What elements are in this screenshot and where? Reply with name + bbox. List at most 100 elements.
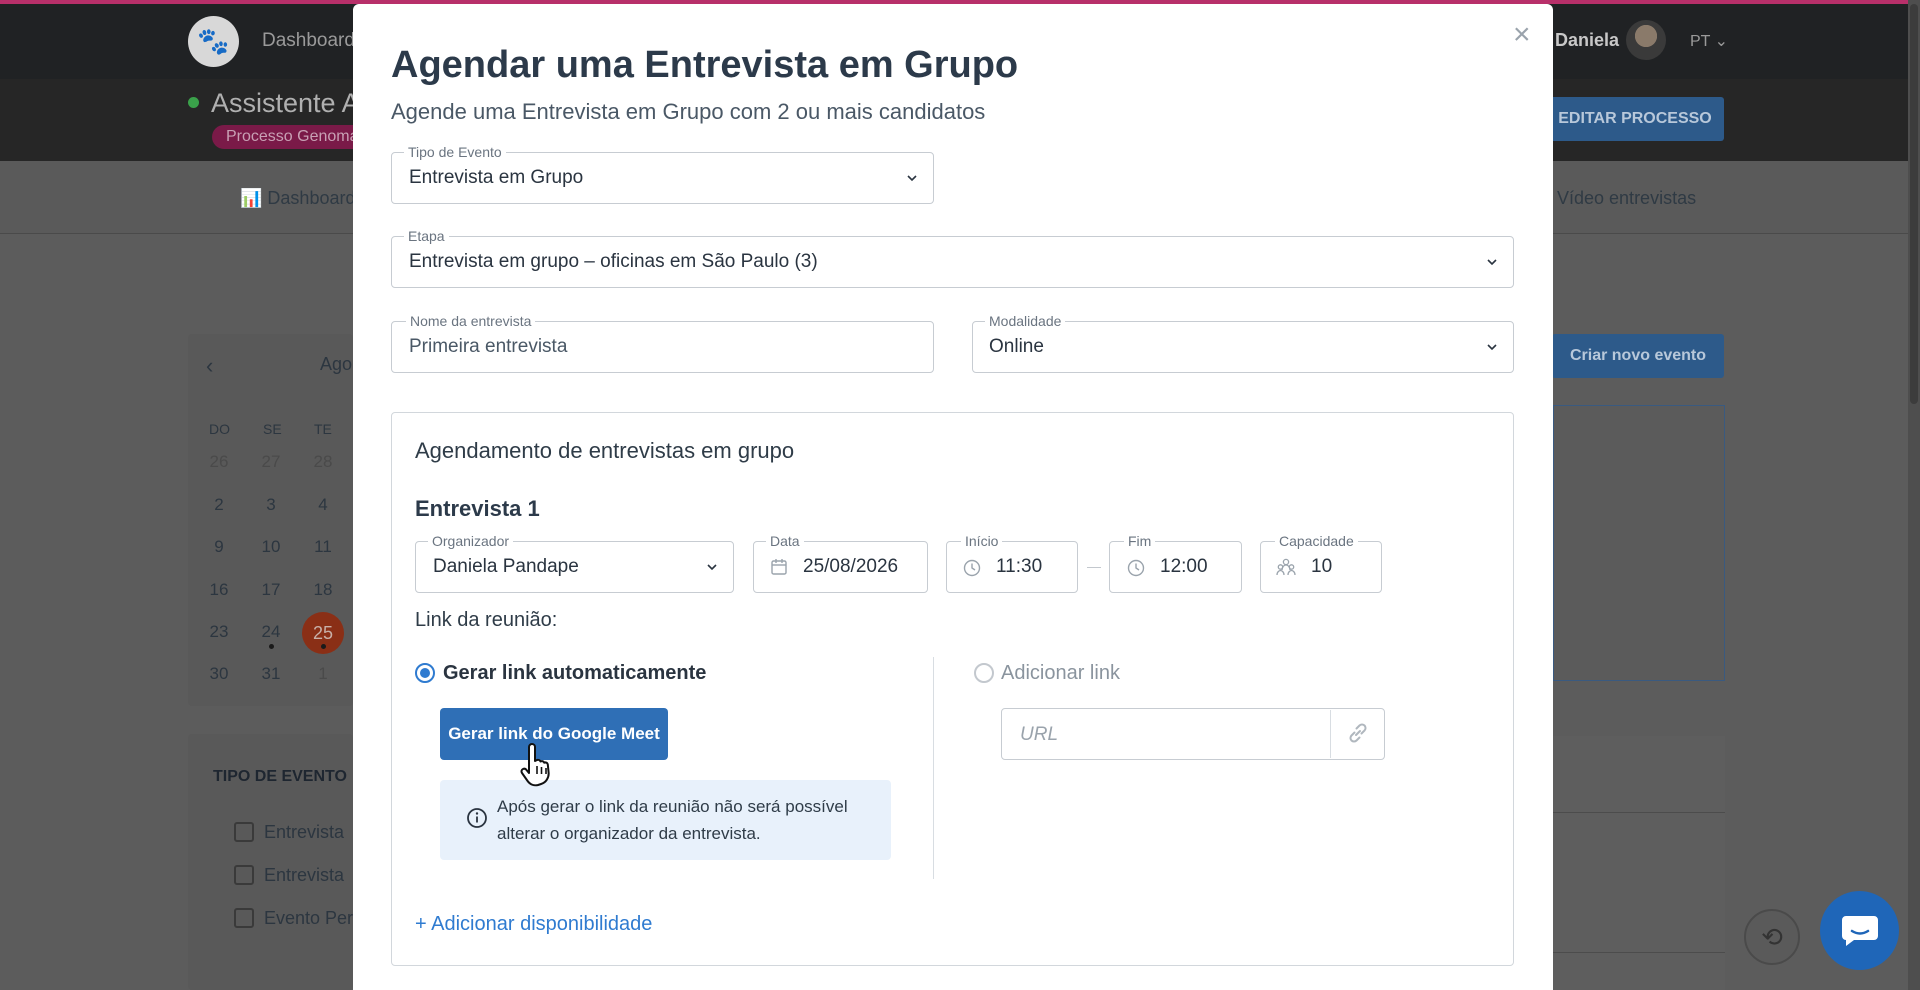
radio-add-link[interactable] bbox=[974, 663, 994, 683]
link-icon[interactable] bbox=[1345, 720, 1371, 746]
chat-icon[interactable] bbox=[1820, 891, 1899, 970]
vertical-divider bbox=[933, 657, 934, 879]
event-type-checkbox[interactable] bbox=[234, 908, 254, 928]
add-availability-link[interactable]: + Adicionar disponibilidade bbox=[415, 913, 652, 936]
status-dot-icon bbox=[188, 97, 199, 108]
tab-dashboard-label: Dashboard bbox=[267, 188, 356, 208]
capacity-input[interactable]: Capacidade 10 bbox=[1260, 533, 1382, 593]
weekday-label: DO bbox=[209, 421, 230, 437]
event-preview-panel bbox=[1553, 405, 1725, 681]
event-type-checkbox[interactable] bbox=[234, 865, 254, 885]
calendar-month: Ago bbox=[320, 354, 353, 374]
calendar-day[interactable]: 23 bbox=[199, 622, 239, 642]
modality-select[interactable]: Modalidade Online bbox=[972, 313, 1514, 373]
history-icon[interactable]: ⟲ bbox=[1744, 909, 1800, 965]
tab-dashboard[interactable]: 📊 Dashboard bbox=[240, 188, 355, 209]
end-time-label: Fim bbox=[1124, 533, 1156, 549]
group-scheduling-section bbox=[391, 412, 1514, 966]
capacity-label: Capacidade bbox=[1275, 533, 1358, 549]
modality-select-label: Modalidade bbox=[985, 313, 1066, 329]
stage-select-label: Etapa bbox=[404, 228, 449, 244]
edit-process-button[interactable]: EDITAR PROCESSO bbox=[1546, 97, 1724, 141]
calendar-day[interactable]: 3 bbox=[251, 495, 291, 515]
calendar-day[interactable]: 26 bbox=[199, 452, 239, 472]
event-type-select-value: Entrevista em Grupo bbox=[409, 167, 584, 188]
divider bbox=[1553, 812, 1725, 813]
weekday-label: SE bbox=[263, 421, 282, 437]
radio-generate-auto-label[interactable]: Gerar link automaticamente bbox=[443, 662, 706, 685]
stage-select-value: Entrevista em grupo – oficinas em São Pa… bbox=[409, 251, 818, 272]
chevron-down-icon bbox=[707, 564, 717, 571]
start-time-input[interactable]: Início 11:30 bbox=[946, 533, 1078, 593]
date-input[interactable]: Data 25/08/2026 bbox=[753, 533, 928, 593]
modal-subtitle: Agende uma Entrevista em Grupo com 2 ou … bbox=[391, 99, 986, 124]
interview-name-input[interactable]: Nome da entrevista Primeira entrevista bbox=[391, 313, 934, 373]
calendar-day[interactable]: 11 bbox=[303, 537, 343, 557]
paw-logo-icon[interactable]: 🐾 bbox=[188, 16, 239, 67]
calendar-day[interactable]: 16 bbox=[199, 580, 239, 600]
calendar-day[interactable]: 31 bbox=[251, 664, 291, 684]
info-icon bbox=[467, 808, 487, 828]
event-type-label: Entrevista bbox=[264, 865, 345, 885]
divider bbox=[1553, 952, 1725, 953]
modality-select-value: Online bbox=[989, 336, 1044, 357]
info-text: Após gerar o link da reunião não será po… bbox=[497, 797, 848, 843]
calendar-day[interactable]: 9 bbox=[199, 537, 239, 557]
chevron-down-icon bbox=[1487, 259, 1497, 266]
calendar-day[interactable]: 24 bbox=[251, 622, 291, 642]
interview-name-value: Primeira entrevista bbox=[409, 336, 568, 357]
url-placeholder: URL bbox=[1020, 724, 1059, 745]
user-name[interactable]: Daniela bbox=[1555, 30, 1619, 51]
calendar-day[interactable]: 1 bbox=[303, 664, 343, 684]
organizer-label: Organizador bbox=[428, 533, 514, 549]
tab-video-interviews[interactable]: Vídeo entrevistas bbox=[1557, 188, 1696, 209]
weekday-label: TE bbox=[314, 421, 332, 437]
clock-icon bbox=[963, 559, 981, 577]
url-field-separator bbox=[1330, 710, 1331, 758]
start-time-value: 11:30 bbox=[996, 556, 1043, 577]
event-dot-icon bbox=[321, 644, 326, 649]
calendar-day[interactable]: 10 bbox=[251, 537, 291, 557]
capacity-value: 10 bbox=[1311, 556, 1333, 577]
avatar[interactable] bbox=[1626, 20, 1666, 60]
chat-bubble-icon bbox=[1841, 915, 1878, 946]
date-label: Data bbox=[766, 533, 804, 549]
scrollbar-thumb[interactable] bbox=[1910, 4, 1918, 404]
modal-title: Agendar uma Entrevista em Grupo bbox=[391, 44, 1019, 86]
end-time-input[interactable]: Fim 12:00 bbox=[1109, 533, 1242, 593]
radio-add-link-label[interactable]: Adicionar link bbox=[1001, 662, 1120, 685]
meeting-link-label: Link da reunião: bbox=[415, 609, 558, 631]
chevron-down-icon bbox=[907, 175, 917, 182]
interview-1-title: Entrevista 1 bbox=[415, 496, 540, 521]
close-icon[interactable]: × bbox=[1513, 20, 1531, 50]
url-input[interactable] bbox=[1001, 708, 1385, 760]
calendar-prev-icon[interactable]: ‹ bbox=[206, 353, 213, 379]
radio-generate-auto[interactable] bbox=[415, 663, 435, 683]
create-event-button[interactable]: Criar novo evento bbox=[1552, 334, 1724, 378]
start-time-label: Início bbox=[961, 533, 1003, 549]
event-type-title: TIPO DE EVENTO bbox=[213, 768, 347, 785]
language-label: PT bbox=[1690, 33, 1711, 50]
interview-name-label: Nome da entrevista bbox=[406, 313, 536, 329]
calendar-day[interactable]: 4 bbox=[303, 495, 343, 515]
calendar-day[interactable]: 17 bbox=[251, 580, 291, 600]
calendar-icon bbox=[771, 559, 787, 575]
clock-icon bbox=[1127, 559, 1145, 577]
language-selector[interactable]: PT ⌄ bbox=[1690, 31, 1728, 51]
event-type-select[interactable]: Tipo de Evento Entrevista em Grupo bbox=[391, 144, 934, 204]
organizer-select[interactable]: Organizador Daniela Pandape bbox=[415, 533, 734, 593]
end-time-value: 12:00 bbox=[1160, 556, 1208, 577]
calendar-day[interactable]: 2 bbox=[199, 495, 239, 515]
calendar-day[interactable]: 28 bbox=[303, 452, 343, 472]
time-range-separator bbox=[1087, 567, 1101, 568]
event-type-checkbox[interactable] bbox=[234, 822, 254, 842]
event-type-label: Evento Per bbox=[264, 908, 354, 928]
calendar-day[interactable]: 30 bbox=[199, 664, 239, 684]
date-value: 25/08/2026 bbox=[803, 556, 899, 577]
process-badge: Processo Genoma bbox=[212, 125, 373, 149]
hand-pointer-cursor-icon bbox=[520, 743, 550, 787]
calendar-day[interactable]: 18 bbox=[303, 580, 343, 600]
calendar-day[interactable]: 27 bbox=[251, 452, 291, 472]
stage-select[interactable]: Etapa Entrevista em grupo – oficinas em … bbox=[391, 228, 1514, 288]
nav-dashboard-link[interactable]: Dashboard bbox=[262, 30, 355, 52]
